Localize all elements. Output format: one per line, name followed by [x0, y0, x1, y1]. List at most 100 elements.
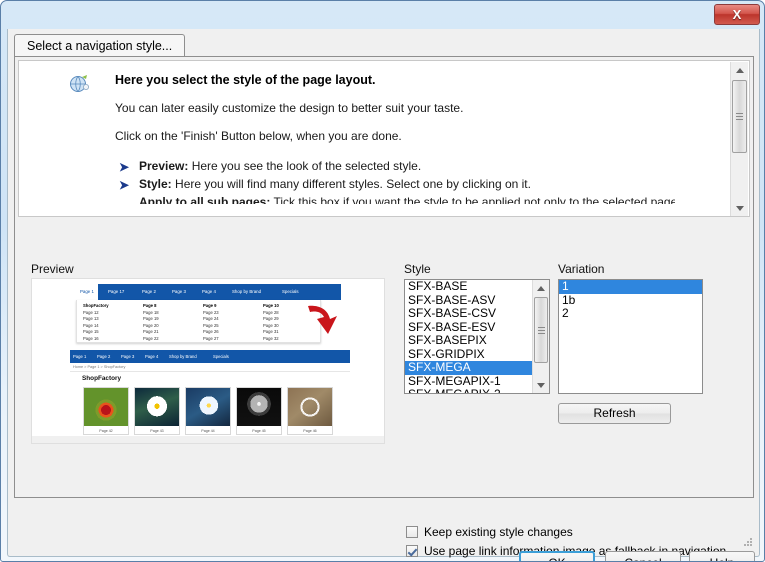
title-bar: X	[1, 1, 764, 29]
preview-thumb-caption: Page 42	[99, 429, 113, 433]
instructions-heading: Here you select the style of the page la…	[115, 73, 376, 87]
preview-thumb-card: Page 42	[83, 387, 129, 435]
variation-listbox[interactable]: 1 1b 2	[558, 279, 703, 394]
preview-mega-column: Page 9 Page 23 Page 24 Page 25 Page 26 P…	[203, 303, 219, 343]
bullet-arrow-icon: ➤	[119, 178, 130, 192]
preview-mega-item: Page 30	[263, 322, 279, 328]
bullet-term: Apply to all sub pages:	[139, 195, 271, 204]
style-list-item[interactable]: SFX-BASE	[405, 280, 533, 294]
dialog-client-area: Select a navigation style... Here you se…	[7, 29, 760, 561]
style-list-item[interactable]: SFX-BASEPIX	[405, 333, 533, 348]
preview-mega-head: Page 10	[263, 303, 279, 308]
dialog-window: X Select a navigation style... Here you …	[0, 0, 765, 562]
scroll-thumb[interactable]	[534, 297, 548, 363]
preview-mega-item: Page 28	[263, 309, 279, 315]
cancel-button[interactable]: Cancel	[605, 551, 681, 561]
style-listbox[interactable]: SFX-BASE SFX-BASE-ASV SFX-BASE-CSV SFX-B…	[404, 279, 550, 394]
style-list-item[interactable]: SFX-BASE-ASV	[405, 293, 533, 308]
preview-lower-navbar: Page 1 Page 2 Page 3 Page 4 Shop by Bran…	[70, 350, 350, 363]
preview-lower-tab: Specials	[213, 354, 229, 359]
grip-icon	[537, 325, 545, 336]
style-list-item[interactable]: SFX-MEGAPIX-1	[405, 374, 533, 389]
preview-mega-head: ShopFactory	[83, 303, 109, 308]
preview-mega-item: Page 20	[143, 322, 159, 328]
preview-thumb-card: Page 46	[287, 387, 333, 435]
instructions-scrollbar[interactable]	[730, 62, 748, 216]
scroll-down-icon[interactable]	[731, 200, 748, 216]
flower-image	[84, 388, 128, 426]
preview-breadcrumb: Home > Page 1 > ShopFactory	[73, 365, 126, 369]
preview-mega-item: Page 16	[83, 335, 99, 341]
preview-mega-item: Page 14	[83, 322, 99, 328]
bullet-term: Preview:	[139, 159, 189, 173]
scroll-up-icon[interactable]	[533, 280, 549, 296]
refresh-button[interactable]: Refresh	[558, 403, 671, 424]
preview-mega-item: Page 23	[203, 309, 219, 315]
instructions-line-2: Click on the 'Finish' Button below, when…	[115, 129, 402, 143]
ok-button[interactable]: OK	[519, 551, 595, 561]
preview-thumb-card: Page 44	[185, 387, 231, 435]
resize-grip[interactable]	[741, 535, 755, 549]
style-list-item[interactable]: SFX-GRIDPIX	[405, 347, 533, 362]
tab-select-navigation-style[interactable]: Select a navigation style...	[14, 34, 186, 57]
variation-list-item[interactable]: 2	[559, 306, 702, 321]
flower-image	[237, 388, 281, 426]
preview-lower-tab: Page 2	[97, 354, 111, 359]
bullet-arrow-icon: ➤	[119, 160, 130, 174]
flower-image	[186, 388, 230, 426]
preview-thumb-caption: Page 45	[252, 429, 266, 433]
variation-list-item[interactable]: 1b	[559, 293, 702, 308]
preview-thumb-caption: Page 46	[303, 429, 317, 433]
style-list-item-selected[interactable]: SFX-MEGA	[405, 360, 533, 375]
style-scrollbar[interactable]	[532, 280, 549, 393]
scroll-up-icon[interactable]	[731, 62, 748, 79]
preview-top-navbar: Page 1 Page 17 Page 2 Page 3 Page 4 Shop…	[76, 284, 341, 300]
bullet-preview: ➤ Preview: Here you see the look of the …	[119, 159, 675, 174]
style-list-item[interactable]: SFX-MEGAPIX-2	[405, 387, 533, 393]
red-curved-arrow-icon	[304, 303, 344, 337]
preview-mega-item: Page 32	[263, 335, 279, 341]
tab-strip: Select a navigation style...	[14, 34, 754, 57]
help-button[interactable]: Help	[689, 551, 755, 561]
preview-mega-item: Page 26	[203, 329, 219, 335]
preview-mega-item: Page 19	[143, 316, 159, 322]
close-icon[interactable]: X	[714, 4, 760, 25]
preview-mega-item: Page 27	[203, 335, 219, 341]
grip-icon	[736, 111, 743, 122]
tab-page: Here you select the style of the page la…	[14, 56, 754, 558]
instructions-line-1: You can later easily customize the desig…	[115, 101, 464, 115]
style-list-item[interactable]: SFX-BASE-ESV	[405, 320, 533, 335]
variation-list-items: 1 1b 2	[559, 280, 702, 321]
style-label: Style	[404, 262, 431, 276]
preview-mega-item: Page 13	[83, 316, 99, 322]
preview-thumb-caption: Page 43	[150, 429, 164, 433]
style-list-item[interactable]: SFX-BASE-CSV	[405, 306, 533, 321]
dialog-footer: OK Cancel Help	[8, 499, 759, 561]
preview-mega-item: Page 18	[143, 309, 159, 315]
preview-tab: Page 2	[142, 289, 156, 294]
preview-tab: Page 4	[202, 289, 216, 294]
preview-mega-item: Page 15	[83, 329, 99, 335]
preview-lower-tab: Page 1	[73, 354, 87, 359]
preview-mega-column: Page 8 Page 18 Page 19 Page 20 Page 21 P…	[143, 303, 159, 343]
preview-mega-head: Page 8	[143, 303, 157, 308]
bullet-apply-to-all-sub-pages: ➤ Apply to all sub pages: Tick this box …	[139, 195, 675, 204]
instructions-bullet-list: ➤ Preview: Here you see the look of the …	[115, 159, 675, 204]
scroll-down-icon[interactable]	[533, 377, 549, 393]
flower-image	[135, 388, 179, 426]
variation-list-item-selected[interactable]: 1	[559, 280, 702, 294]
preview-mega-item: Page 31	[263, 329, 279, 335]
preview-footer-strip	[32, 436, 384, 443]
preview-tab: Page 3	[172, 289, 186, 294]
flower-image	[288, 388, 332, 426]
preview-panel[interactable]: Page 1 Page 17 Page 2 Page 3 Page 4 Shop…	[31, 278, 385, 444]
bullet-text: Tick this box if you want the style to b…	[270, 195, 675, 204]
preview-mega-item: Page 21	[143, 329, 159, 335]
preview-tab: Shop by Brand	[232, 289, 262, 294]
scroll-thumb[interactable]	[732, 80, 747, 153]
preview-thumb-card: Page 43	[134, 387, 180, 435]
preview-lower-tab: Shop by Brand	[169, 354, 197, 359]
preview-tab: Page 17	[108, 289, 125, 294]
style-list-items: SFX-BASE SFX-BASE-ASV SFX-BASE-CSV SFX-B…	[405, 280, 533, 393]
preview-mega-item: Page 22	[143, 335, 159, 341]
